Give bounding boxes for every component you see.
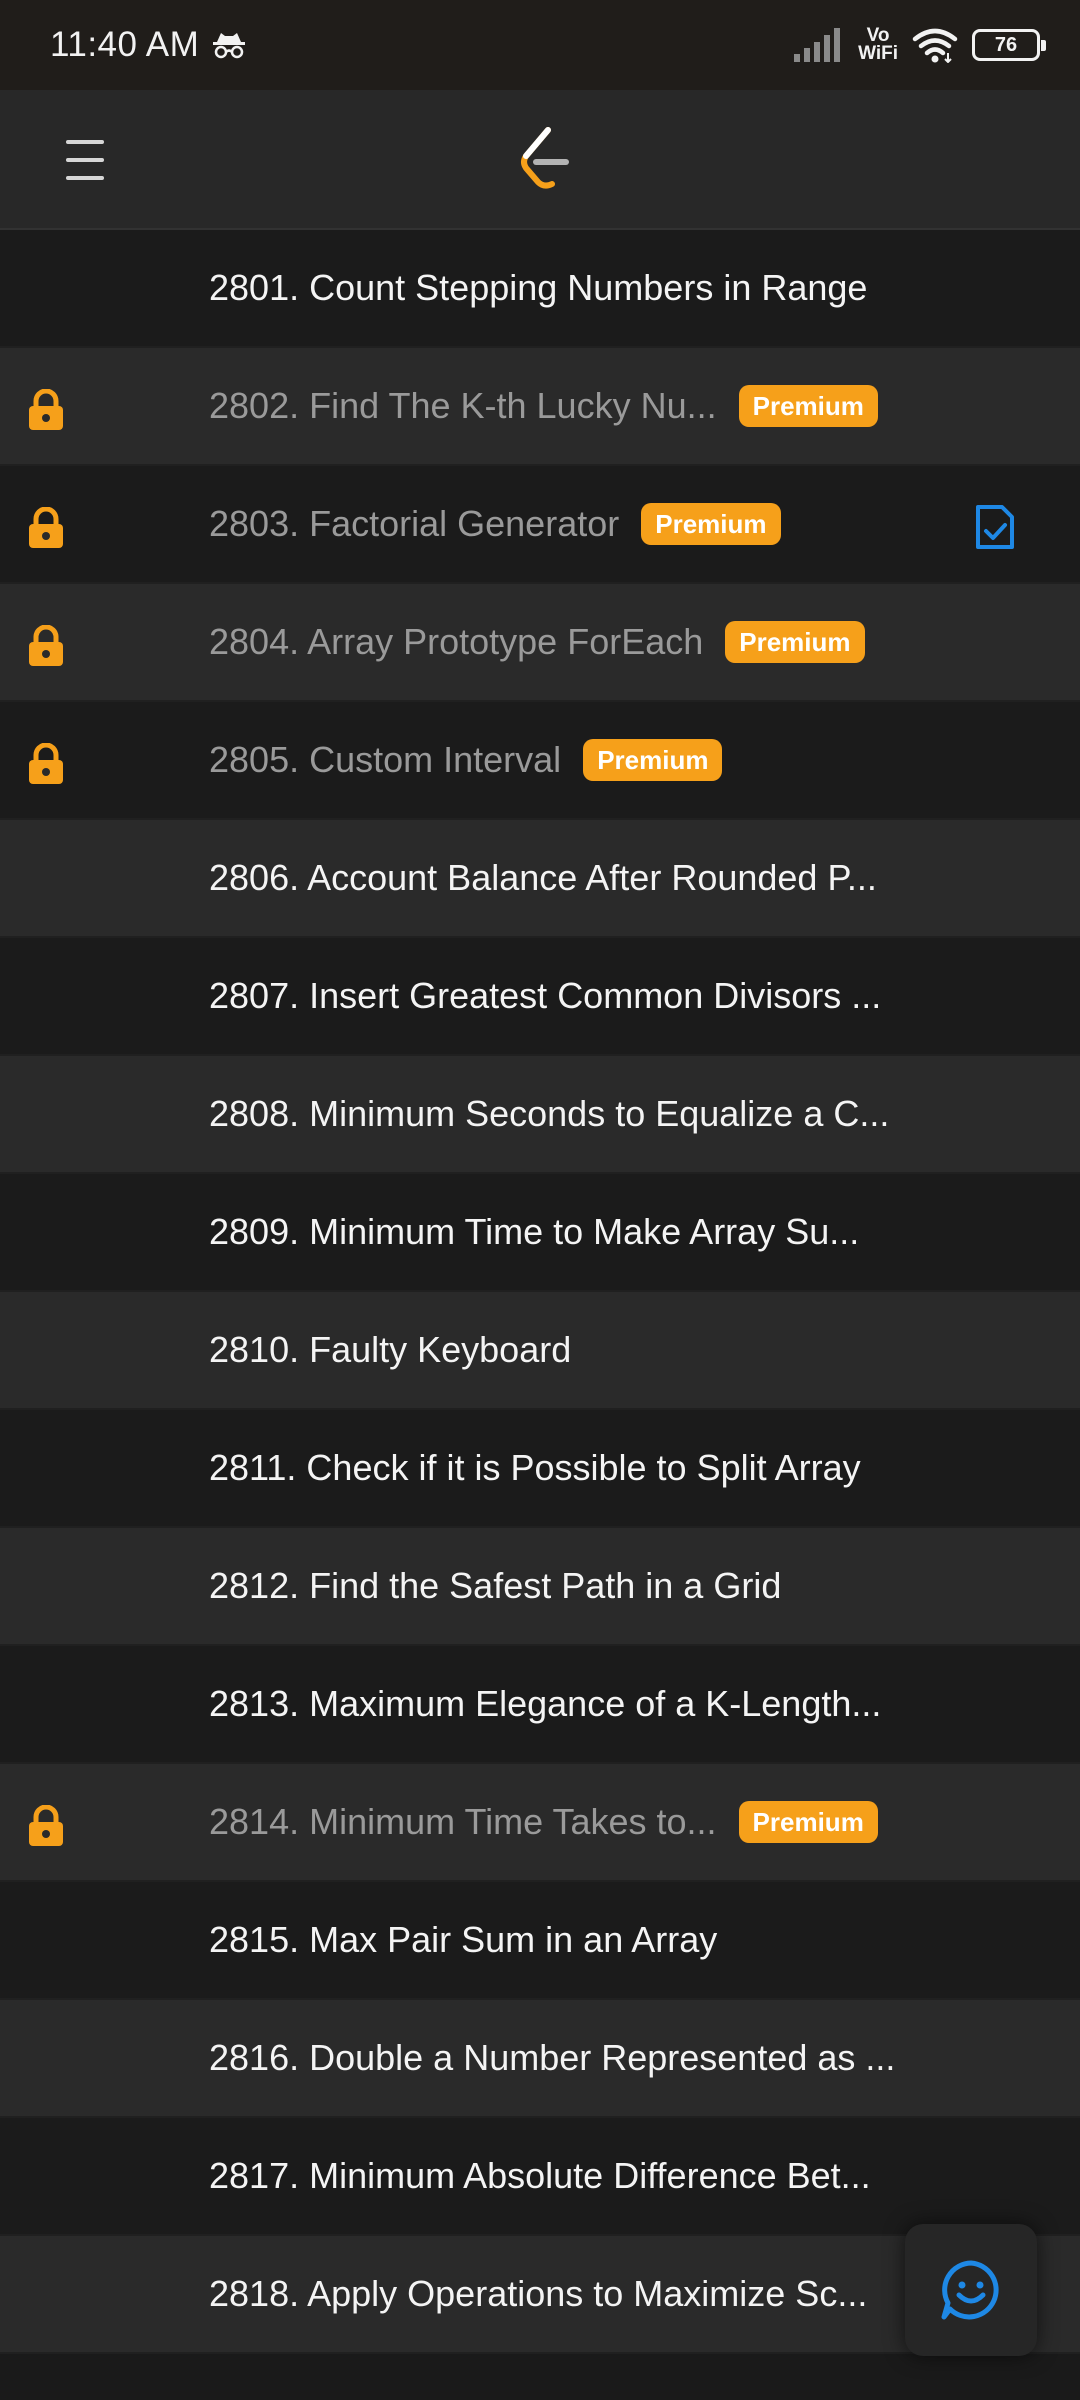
lock-icon bbox=[29, 1805, 63, 1846]
lock-icon bbox=[29, 625, 63, 666]
problem-row[interactable]: 2815. Max Pair Sum in an Array bbox=[0, 1882, 1080, 2000]
problem-title: 2812. Find the Safest Path in a Grid bbox=[209, 1565, 782, 1606]
feedback-button[interactable] bbox=[905, 2224, 1037, 2356]
battery-indicator: 76 bbox=[972, 29, 1046, 61]
lock-icon bbox=[29, 389, 63, 430]
problem-title: 2818. Apply Operations to Maximize Sc... bbox=[209, 2273, 868, 2314]
problem-row[interactable]: 2814. Minimum Time Takes to... Premium bbox=[0, 1764, 1080, 1882]
premium-badge: Premium bbox=[725, 621, 865, 663]
status-right: Vo WiFi 76 bbox=[792, 26, 1046, 64]
problem-title-group: 2805. Custom Interval Premium bbox=[209, 739, 723, 781]
lock-icon bbox=[29, 507, 63, 548]
problem-title: 2815. Max Pair Sum in an Array bbox=[209, 1919, 718, 1960]
smiley-chat-icon bbox=[941, 2260, 999, 2320]
problem-row[interactable]: 2813. Maximum Elegance of a K-Length... bbox=[0, 1646, 1080, 1764]
status-bar: 11:40 AM Vo WiFi 76 bbox=[0, 0, 1080, 90]
problem-title: 2813. Maximum Elegance of a K-Length... bbox=[209, 1683, 882, 1724]
problem-row[interactable]: 2816. Double a Number Represented as ... bbox=[0, 2000, 1080, 2118]
solution-icon[interactable] bbox=[974, 503, 1016, 551]
problem-title: 2809. Minimum Time to Make Array Su... bbox=[209, 1211, 860, 1252]
problem-row[interactable]: 2803. Factorial Generator Premium bbox=[0, 466, 1080, 584]
problem-title-group: 2814. Minimum Time Takes to... Premium bbox=[209, 1801, 878, 1843]
battery-level: 76 bbox=[994, 33, 1018, 56]
problem-row[interactable]: 2801. Count Stepping Numbers in Range bbox=[0, 230, 1080, 348]
problem-title: 2803. Factorial Generator bbox=[209, 503, 620, 544]
problem-title: 2810. Faulty Keyboard bbox=[209, 1329, 572, 1370]
leetcode-logo-icon[interactable] bbox=[514, 126, 574, 194]
vowifi-bottom: WiFi bbox=[858, 43, 898, 64]
problem-row[interactable]: 2808. Minimum Seconds to Equalize a C... bbox=[0, 1056, 1080, 1174]
problem-title-group: 2804. Array Prototype ForEach Premium bbox=[209, 621, 865, 663]
problem-title: 2804. Array Prototype ForEach bbox=[209, 621, 704, 662]
vowifi-indicator: Vo WiFi bbox=[858, 26, 898, 64]
menu-button[interactable] bbox=[56, 138, 114, 182]
problem-title: 2805. Custom Interval bbox=[209, 739, 562, 780]
signal-icon bbox=[794, 28, 841, 62]
menu-icon-line bbox=[66, 140, 104, 144]
premium-badge: Premium bbox=[738, 1801, 878, 1843]
problem-title: 2811. Check if it is Possible to Split A… bbox=[209, 1447, 861, 1488]
problem-row[interactable]: 2806. Account Balance After Rounded P... bbox=[0, 820, 1080, 938]
problem-title: 2817. Minimum Absolute Difference Bet... bbox=[209, 2155, 871, 2196]
status-time: 11:40 AM bbox=[50, 25, 200, 64]
problem-title: 2816. Double a Number Represented as ... bbox=[209, 2037, 896, 2078]
menu-icon-line bbox=[66, 176, 104, 180]
menu-icon-line bbox=[66, 158, 104, 162]
wifi-icon bbox=[912, 28, 958, 63]
problem-row[interactable]: 2805. Custom Interval Premium bbox=[0, 702, 1080, 820]
premium-badge: Premium bbox=[641, 503, 781, 545]
problem-title-group: 2802. Find The K-th Lucky Nu... Premium bbox=[209, 385, 878, 427]
problem-row[interactable]: 2810. Faulty Keyboard bbox=[0, 1292, 1080, 1410]
problem-title: 2801. Count Stepping Numbers in Range bbox=[209, 267, 868, 308]
app-bar bbox=[0, 90, 1080, 230]
problem-title: 2808. Minimum Seconds to Equalize a C... bbox=[209, 1093, 890, 1134]
status-left: 11:40 AM bbox=[50, 25, 247, 65]
problem-row[interactable]: 2811. Check if it is Possible to Split A… bbox=[0, 1410, 1080, 1528]
problem-row[interactable]: 2807. Insert Greatest Common Divisors ..… bbox=[0, 938, 1080, 1056]
premium-badge: Premium bbox=[583, 739, 723, 781]
problem-title: 2806. Account Balance After Rounded P... bbox=[209, 857, 877, 898]
problem-row[interactable]: 2817. Minimum Absolute Difference Bet... bbox=[0, 2118, 1080, 2236]
problem-title: 2814. Minimum Time Takes to... bbox=[209, 1801, 717, 1842]
problem-row[interactable]: 2802. Find The K-th Lucky Nu... Premium bbox=[0, 348, 1080, 466]
premium-badge: Premium bbox=[738, 385, 878, 427]
problem-row[interactable]: 2804. Array Prototype ForEach Premium bbox=[0, 584, 1080, 702]
lock-icon bbox=[29, 743, 63, 784]
problem-title-group: 2803. Factorial Generator Premium bbox=[209, 503, 781, 545]
problem-row[interactable]: 2809. Minimum Time to Make Array Su... bbox=[0, 1174, 1080, 1292]
problem-title: 2802. Find The K-th Lucky Nu... bbox=[209, 385, 717, 426]
problem-title: 2807. Insert Greatest Common Divisors ..… bbox=[209, 975, 882, 1016]
problem-row[interactable]: 2812. Find the Safest Path in a Grid bbox=[0, 1528, 1080, 1646]
problem-list: 2801. Count Stepping Numbers in Range 280… bbox=[0, 230, 1080, 2354]
incognito-icon bbox=[213, 33, 246, 59]
